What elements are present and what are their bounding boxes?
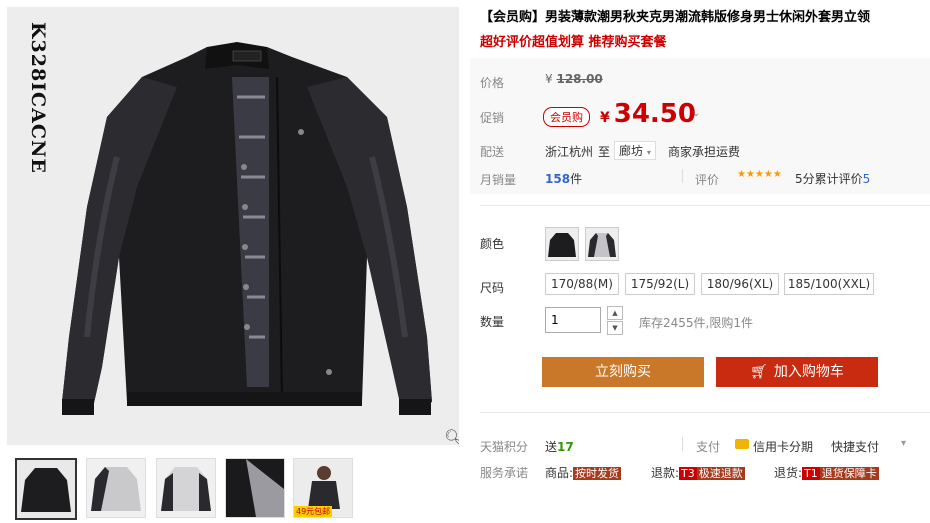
fabric-detail-thumb	[226, 459, 284, 517]
service-promise-label: 服务承诺	[480, 466, 529, 480]
member-badge: 会员购	[543, 107, 590, 127]
points-value: 送17	[545, 438, 574, 455]
promise-refund-tag[interactable]: 极速退款	[696, 467, 745, 480]
thumbnail-4[interactable]	[225, 458, 285, 518]
original-price-currency: ¥	[545, 72, 553, 86]
add-to-cart-button[interactable]: 🛒︎ 加入购物车	[716, 357, 878, 387]
chevron-down-icon: ▾	[646, 148, 651, 157]
promise-goods: 商品: 按时发货	[545, 464, 622, 481]
points-prefix: 送	[545, 440, 558, 454]
monthly-sales: 158件	[545, 170, 582, 187]
original-price: ¥ 128.00	[545, 72, 603, 86]
main-product-image[interactable]: K328ICACNE 🔍︎	[7, 7, 459, 445]
rating-score: 5分	[795, 172, 815, 186]
promo-price: ¥34.50	[600, 99, 696, 129]
promise-return: 退货: T1 退货保障卡	[774, 464, 879, 481]
color-label: 颜色	[480, 237, 505, 251]
promo-price-currency: ¥	[600, 110, 610, 126]
thumbnail-1[interactable]	[15, 458, 77, 520]
destination-select[interactable]: 廊坊 ▾	[614, 141, 656, 160]
promise-goods-label: 商品:	[545, 466, 574, 480]
points-label: 天猫积分	[480, 440, 529, 454]
rating-review-text: 累计评价	[814, 172, 863, 186]
buy-now-button[interactable]: 立刻购买	[542, 357, 704, 387]
points-divider	[682, 437, 683, 451]
monthly-sales-count: 158	[545, 172, 571, 186]
shipping-from: 浙江杭州	[545, 145, 594, 159]
monthly-sales-label: 月销量	[480, 173, 517, 187]
product-title: 【会员购】男装薄款潮男秋夹克男潮流韩版修身男士休闲外套男立领	[480, 10, 871, 25]
original-price-amount: 128.00	[556, 72, 603, 86]
original-price-label: 价格	[480, 76, 505, 90]
promo-price-amount: 34.50	[613, 99, 696, 129]
rating-review-count: 5	[862, 172, 871, 186]
promise-return-label: 退货:	[774, 466, 803, 480]
fast-payment[interactable]: 快捷支付	[831, 438, 879, 455]
gray-jacket-swatch	[586, 228, 618, 260]
size-option-m[interactable]: 170/88(M)	[545, 273, 619, 295]
review-label: 评价	[695, 173, 720, 187]
zoom-icon[interactable]: 🔍︎	[444, 428, 459, 445]
shipping-fee: 商家承担运费	[668, 145, 741, 159]
color-swatch-gray[interactable]	[585, 227, 619, 261]
rating-stars: ★★★★★	[737, 169, 782, 180]
color-swatch-black[interactable]	[545, 227, 579, 261]
shipping-to-word: 至	[598, 145, 611, 159]
credit-card-icon	[735, 439, 749, 449]
quantity-input[interactable]	[545, 307, 601, 333]
promo-price-label: 促销	[480, 111, 505, 125]
quantity-label: 数量	[480, 315, 505, 329]
size-option-xl[interactable]: 180/96(XL)	[701, 273, 779, 295]
rating-summary[interactable]: 5分累计评价5	[795, 170, 870, 187]
product-subtitle: 超好评价超值划算 推荐购买套餐	[480, 35, 667, 50]
promise-refund-badge: T3	[679, 467, 697, 480]
sku-divider	[480, 205, 930, 206]
promise-return-tag[interactable]: 退货保障卡	[819, 467, 879, 480]
monthly-sales-unit: 件	[570, 172, 583, 186]
sales-divider	[682, 169, 683, 183]
promise-goods-tag[interactable]: 按时发货	[573, 467, 622, 480]
installment-payment[interactable]: 信用卡分期	[753, 438, 813, 455]
size-option-l[interactable]: 175/92(L)	[625, 273, 695, 295]
jacket-gray-thumb	[87, 459, 145, 517]
black-jacket-swatch	[546, 228, 578, 260]
promise-refund: 退款: T3 极速退款	[651, 464, 745, 481]
cart-icon: 🛒︎	[750, 364, 768, 380]
thumbnail-5[interactable]: 49元包邮	[293, 458, 353, 518]
thumbnail-badge: 49元包邮	[294, 506, 333, 517]
size-label: 尺码	[480, 281, 505, 295]
price-dropdown-icon[interactable]: ⌄	[692, 108, 700, 119]
stock-info: 库存2455件,限购1件	[639, 316, 753, 330]
payment-dropdown-icon[interactable]: ▾	[901, 438, 906, 449]
shipping-label: 配送	[480, 145, 505, 159]
promise-refund-label: 退款:	[651, 466, 680, 480]
quantity-decrease-button[interactable]: ▼	[607, 321, 623, 335]
points-amount: 17	[557, 440, 574, 454]
jacket-front-thumb	[17, 460, 75, 518]
jacket-back-thumb	[157, 459, 215, 517]
destination-value: 廊坊	[619, 144, 644, 158]
jacket-illustration	[62, 42, 432, 415]
thumbnail-3[interactable]	[156, 458, 216, 518]
size-option-xxl[interactable]: 185/100(XXL)	[784, 273, 874, 295]
quantity-increase-button[interactable]: ▲	[607, 306, 623, 320]
thumbnail-2[interactable]	[86, 458, 146, 518]
add-to-cart-label: 加入购物车	[773, 364, 844, 380]
payment-label: 支付	[696, 440, 721, 454]
extras-divider	[480, 412, 930, 413]
promise-return-badge: T1	[802, 467, 820, 480]
